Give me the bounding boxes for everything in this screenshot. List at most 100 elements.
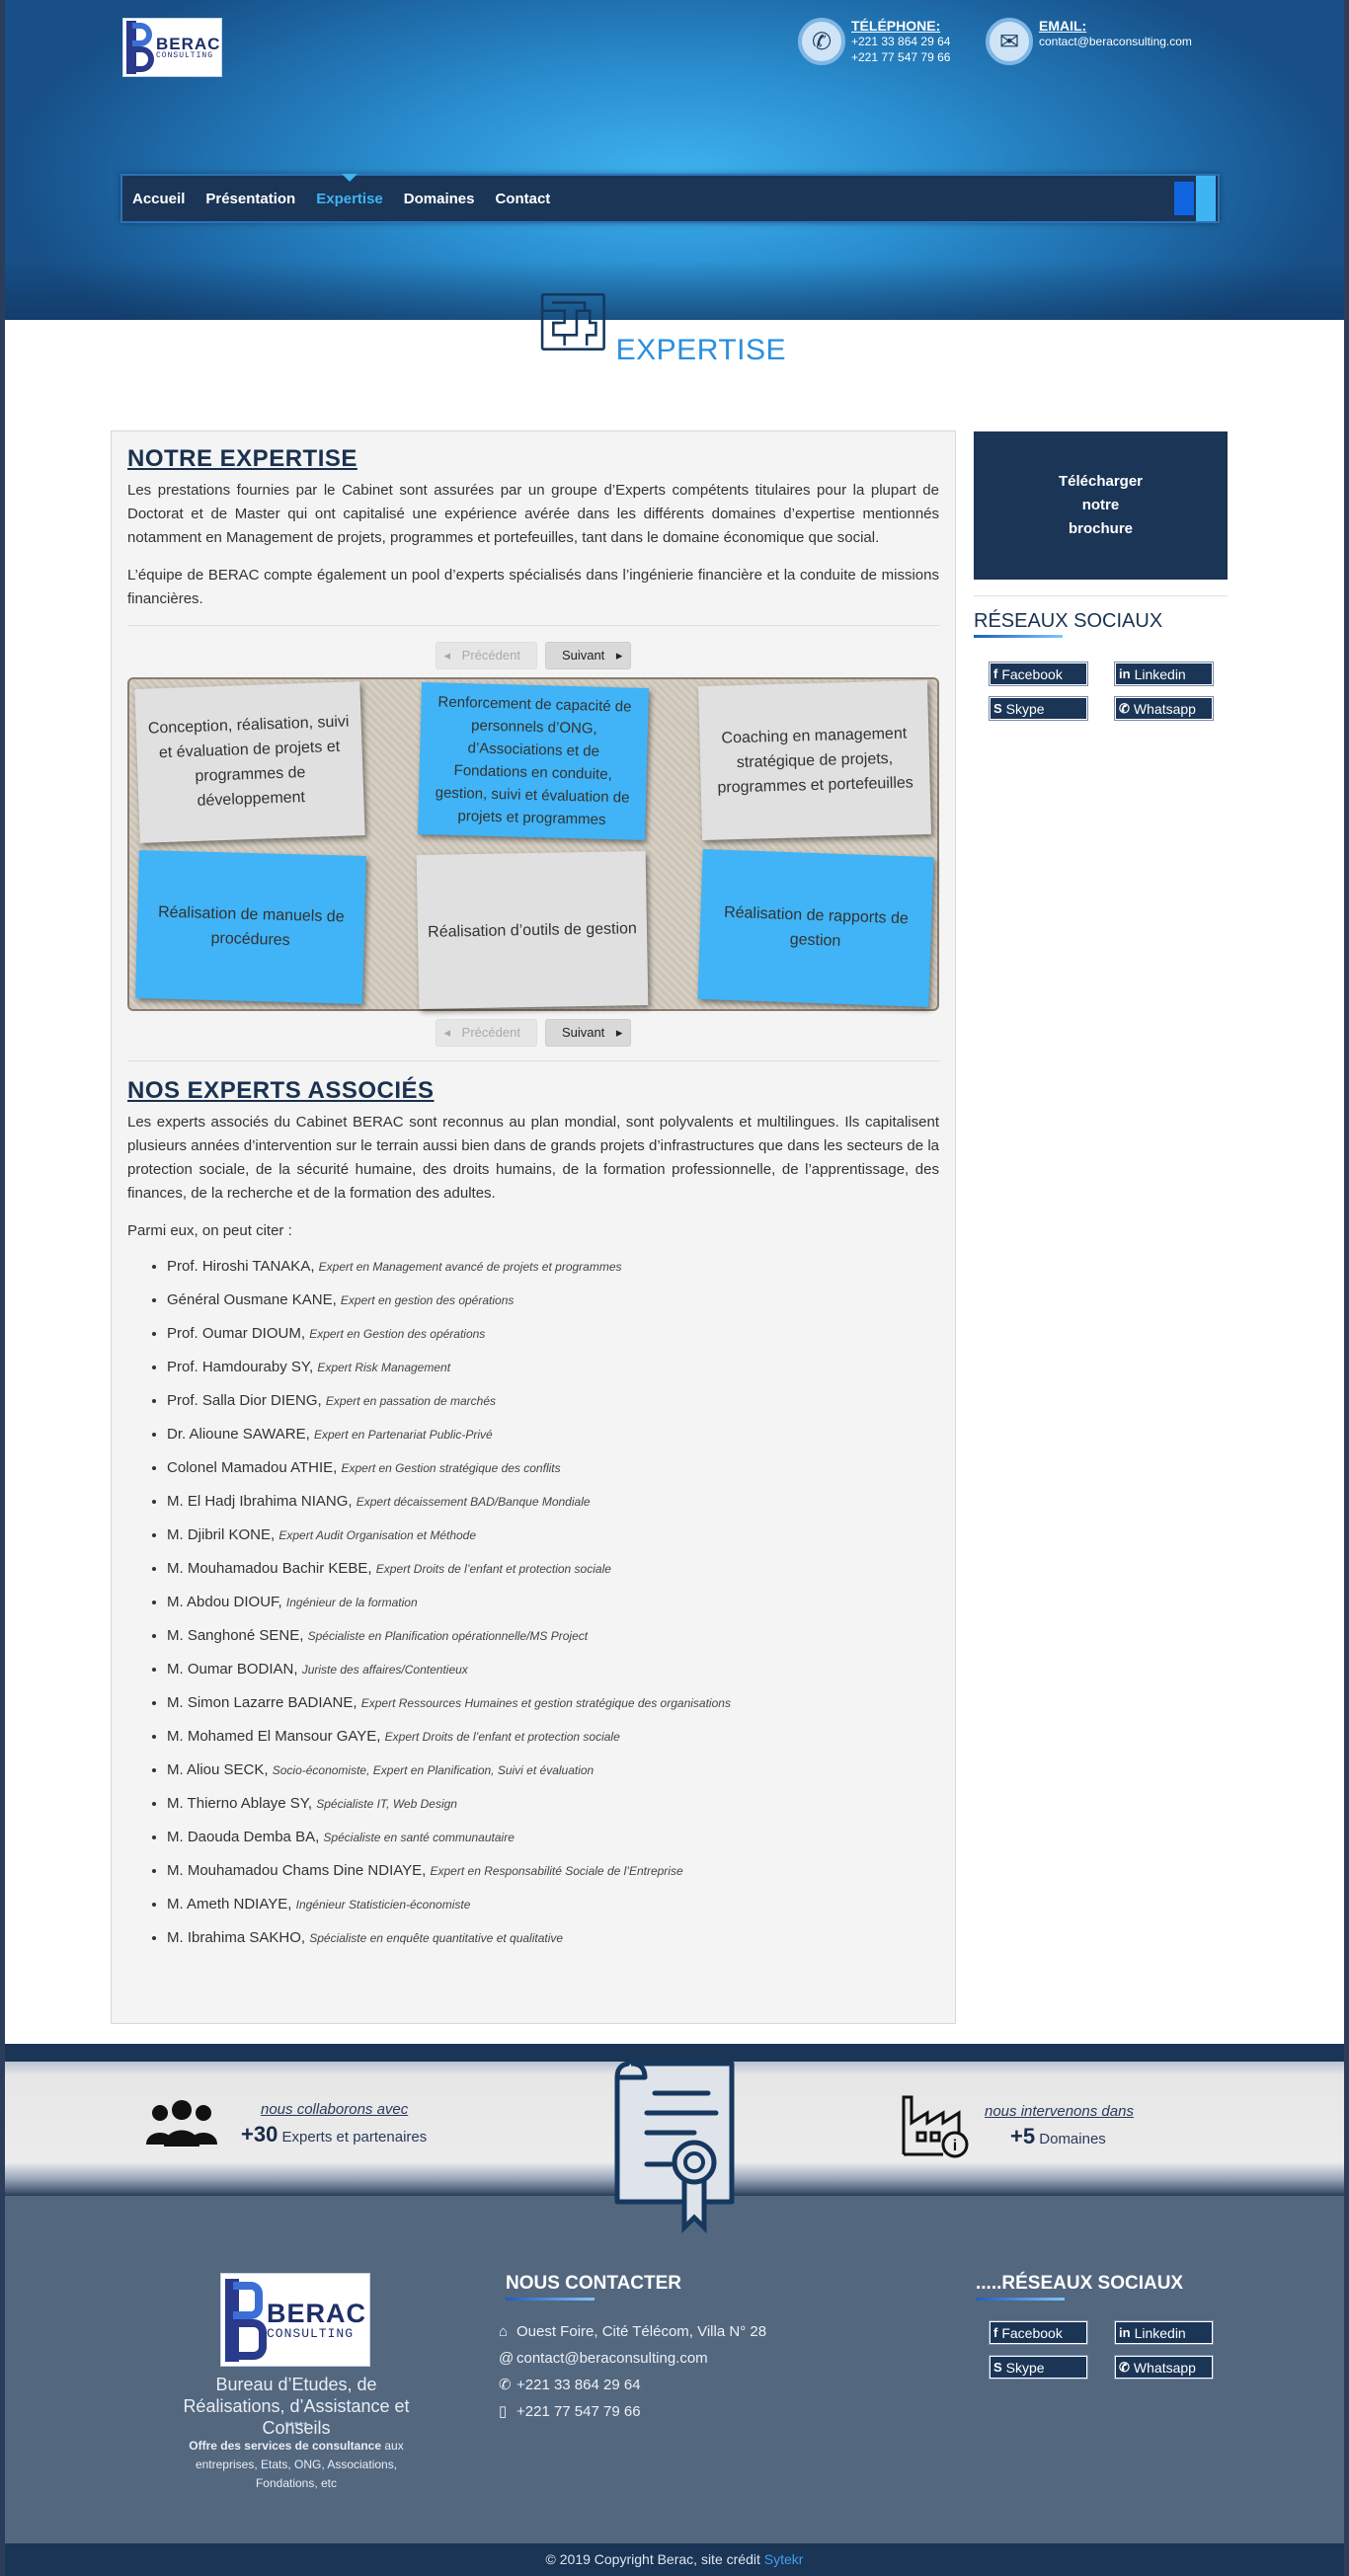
social-label: Facebook — [1001, 665, 1063, 682]
credit-link[interactable]: Sytekr — [764, 2551, 804, 2567]
whatsapp-icon: ✆ — [1119, 2359, 1130, 2375]
next-button[interactable]: Suivant ▸ — [544, 1019, 632, 1047]
expert-name: M. Daouda Demba BA, — [167, 1829, 320, 1845]
expert-item: Prof. Hiroshi TANAKA, Expert en Manageme… — [167, 1257, 939, 1277]
social-skype-button[interactable]: S Skype — [989, 696, 1088, 721]
prev-button[interactable]: ◂ Précédent — [435, 642, 537, 669]
nav-item-accueil[interactable]: Accueil — [132, 191, 185, 207]
phone-1[interactable]: +221 33 864 29 64 — [851, 34, 950, 49]
prev-button[interactable]: ◂ Précédent — [435, 1019, 537, 1047]
expert-item: M. Ameth NDIAYE, Ingénieur Statisticien-… — [167, 1895, 939, 1914]
expert-name: M. Oumar BODIAN, — [167, 1661, 298, 1678]
expert-role: Expert Audit Organisation et Méthode — [278, 1528, 477, 1542]
expert-item: Colonel Mamadou ATHIE, Expert en Gestion… — [167, 1458, 939, 1478]
footer-contact-list: ⌂ Ouest Foire, Cité Télécom, Villa N° 28 … — [499, 2318, 766, 2425]
experts-list: Prof. Hiroshi TANAKA, Expert en Manageme… — [167, 1257, 939, 1948]
social-facebook-button[interactable]: f Facebook — [989, 2320, 1088, 2345]
expert-item: M. Abdou DIOUF, Ingénieur de la formatio… — [167, 1593, 939, 1612]
expertise-note: Renforcement de capacité de personnels d… — [418, 682, 649, 840]
logo[interactable]: BERAC CONSULTING — [122, 18, 222, 77]
nav-item-expertise[interactable]: Expertise — [316, 173, 383, 207]
social-label: Linkedin — [1134, 2324, 1186, 2341]
experts-intro: Parmi eux, on peut citer : — [127, 1222, 292, 1239]
copyright-text: © 2019 Copyright Berac, site crédit — [545, 2551, 764, 2567]
social-linkedin-button[interactable]: in Linkedin — [1114, 2320, 1214, 2345]
whatsapp-icon: ✆ — [1119, 700, 1130, 716]
expertise-note: Réalisation d’outils de gestion — [416, 850, 649, 1010]
expert-role: Expert en passation de marchés — [325, 1394, 496, 1408]
footer-address: ⌂ Ouest Foire, Cité Télécom, Villa N° 28 — [499, 2318, 766, 2345]
logo-text: BERAC CONSULTING — [156, 36, 220, 60]
phone-2[interactable]: +221 77 547 79 66 — [851, 49, 950, 65]
social-label: Whatsapp — [1133, 700, 1196, 717]
expert-role: Expert Droits de l’enfant et protection … — [384, 1730, 620, 1744]
svg-text:i: i — [953, 2138, 957, 2154]
mobile-icon: ▯ — [499, 2403, 508, 2420]
footer-social-links: f Facebook in Linkedin S Skype ✆ Whatsapp — [989, 2320, 1214, 2380]
expert-item: M. Mouhamadou Bachir KEBE, Expert Droits… — [167, 1559, 939, 1579]
expert-name: M. Sanghoné SENE, — [167, 1627, 304, 1644]
footer-phone-2[interactable]: ▯ +221 77 547 79 66 — [499, 2398, 766, 2425]
logo-b-mark — [126, 21, 156, 74]
experts-para: Les experts associés du Cabinet BERAC so… — [127, 1114, 939, 1202]
expert-role: Expert en Partenariat Public-Privé — [313, 1428, 493, 1442]
social-label: Linkedin — [1134, 665, 1186, 682]
expert-role: Expert Ressources Humaines et gestion st… — [360, 1696, 731, 1710]
footer-phone-1[interactable]: ✆ +221 33 864 29 64 — [499, 2372, 766, 2398]
social-facebook-button[interactable]: f Facebook — [989, 662, 1088, 686]
nav-item-contact[interactable]: Contact — [495, 191, 550, 207]
linkedin-icon: in — [1119, 2325, 1131, 2340]
expert-item: M. Sanghoné SENE, Spécialiste en Planifi… — [167, 1626, 939, 1646]
expert-role: Expert en Gestion des opérations — [309, 1327, 486, 1341]
at-icon: @ — [499, 2350, 515, 2367]
phone-icon: ✆ — [499, 2377, 512, 2393]
envelope-icon: ✉ — [986, 18, 1033, 65]
social-whatsapp-button[interactable]: ✆ Whatsapp — [1114, 696, 1214, 721]
expert-name: Dr. Alioune SAWARE, — [167, 1426, 310, 1443]
expert-item: M. Thierno Ablaye SY, Spécialiste IT, We… — [167, 1794, 939, 1814]
footer-logo[interactable]: BERAC CONSULTING — [220, 2273, 370, 2367]
nav-toggle-button[interactable] — [1196, 176, 1216, 221]
expert-item: M. Mouhamadou Chams Dine NDIAYE, Expert … — [167, 1861, 939, 1881]
expert-role: Expert en gestion des opérations — [340, 1293, 515, 1307]
stat-experts-suffix: Experts et partenaires — [281, 2128, 428, 2146]
next-button[interactable]: Suivant ▸ — [544, 642, 632, 669]
expert-item: Général Ousmane KANE, Expert en gestion … — [167, 1290, 939, 1310]
expert-role: Ingénieur Statisticien-économiste — [295, 1898, 471, 1912]
social-whatsapp-button[interactable]: ✆ Whatsapp — [1114, 2355, 1214, 2380]
linkedin-icon: in — [1119, 666, 1131, 681]
logo-sub-text: CONSULTING — [156, 50, 214, 60]
expert-role: Expert en Gestion stratégique des confli… — [341, 1461, 561, 1475]
expertise-para-1: Les prestations fournies par le Cabinet … — [127, 482, 939, 546]
logo-b-mark — [225, 2278, 267, 2362]
nav-item-domaines[interactable]: Domaines — [404, 191, 475, 207]
expert-role: Expert Droits de l’enfant et protection … — [375, 1562, 611, 1576]
expert-item: M. Djibril KONE, Expert Audit Organisati… — [167, 1525, 939, 1545]
expert-item: Prof. Hamdouraby SY, Expert Risk Managem… — [167, 1358, 939, 1377]
expert-name: M. Thierno Ablaye SY, — [167, 1795, 313, 1812]
expert-name: M. Ameth NDIAYE, — [167, 1896, 292, 1912]
footer-logo-main: BERAC — [267, 2298, 367, 2328]
nav-item-prsentation[interactable]: Présentation — [205, 191, 295, 207]
nav-search-button[interactable] — [1174, 182, 1194, 215]
expert-name: M. Mouhamadou Bachir KEBE, — [167, 1560, 372, 1577]
brochure-line: notre — [1081, 497, 1120, 513]
stat-experts: nous collaborons avec +30 Experts et par… — [146, 2099, 427, 2148]
email-link[interactable]: contact@beraconsulting.com — [1039, 34, 1192, 49]
expert-name: Colonel Mamadou ATHIE, — [167, 1459, 338, 1476]
expert-item: M. Oumar BODIAN, Juriste des affaires/Co… — [167, 1660, 939, 1679]
expert-item: Prof. Oumar DIOUM, Expert en Gestion des… — [167, 1324, 939, 1344]
expert-role: Expert décaissement BAD/Banque Mondiale — [356, 1495, 591, 1509]
footer-email[interactable]: @ contact@beraconsulting.com — [499, 2345, 766, 2372]
social-linkedin-button[interactable]: in Linkedin — [1114, 662, 1214, 686]
download-brochure-button[interactable]: Télécharger notre brochure — [974, 431, 1228, 580]
expertise-title: NOTRE EXPERTISE — [127, 445, 357, 472]
expert-role: Spécialiste en santé communautaire — [323, 1831, 515, 1844]
expert-role: Spécialiste en Planification opérationne… — [307, 1629, 589, 1643]
expert-item: M. El Hadj Ibrahima NIANG, Expert décais… — [167, 1492, 939, 1512]
footer: BERAC CONSULTING Bureau d’Etudes, de Réa… — [5, 2196, 1344, 2543]
social-skype-button[interactable]: S Skype — [989, 2355, 1088, 2380]
main-content: NOTRE EXPERTISE Les prestations fournies… — [111, 430, 956, 2024]
expert-role: Juriste des affaires/Contentieux — [301, 1663, 468, 1677]
expertise-board: Conception, réalisation, suivi et évalua… — [127, 677, 939, 1011]
